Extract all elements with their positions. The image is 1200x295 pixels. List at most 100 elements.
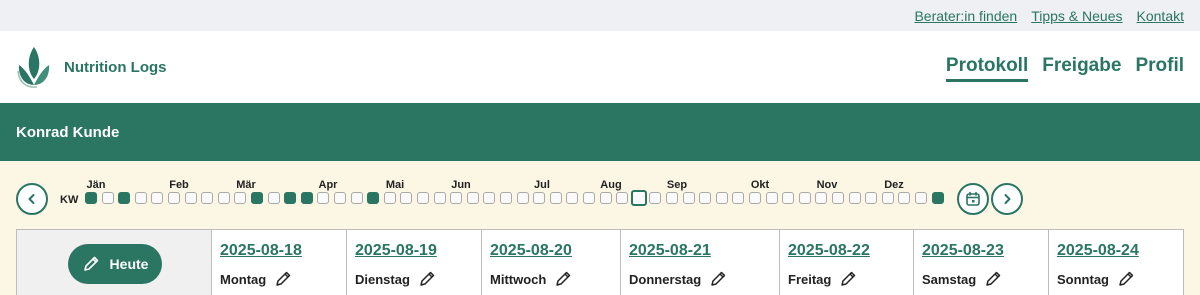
edit-pencil-icon[interactable]: [418, 270, 436, 288]
week-square[interactable]: [217, 192, 230, 204]
month-label: Okt: [750, 179, 770, 191]
day-cell: 2025-08-23 Samstag: [914, 230, 1049, 295]
find-advisor-link[interactable]: Berater:in finden: [914, 8, 1017, 24]
edit-pencil-icon[interactable]: [1117, 270, 1135, 288]
week-square[interactable]: [85, 192, 97, 204]
week-square[interactable]: [184, 192, 197, 204]
day-date-link[interactable]: 2025-08-18: [220, 242, 302, 260]
week-square[interactable]: [599, 192, 612, 204]
week-square[interactable]: [151, 192, 164, 204]
week-square[interactable]: [417, 192, 429, 204]
week-square[interactable]: [749, 192, 761, 204]
week-square[interactable]: [549, 192, 562, 204]
week-square[interactable]: [118, 192, 131, 204]
user-bar: Konrad Kunde: [0, 103, 1200, 161]
week-square[interactable]: [350, 192, 363, 204]
week-square[interactable]: [234, 192, 247, 204]
today-cell: Heute: [17, 230, 212, 295]
week-square[interactable]: [300, 192, 313, 204]
week-square[interactable]: [732, 192, 745, 204]
week-square[interactable]: [334, 192, 346, 204]
nav-freigabe[interactable]: Freigabe: [1042, 55, 1121, 82]
week-square[interactable]: [848, 192, 861, 204]
pencil-icon: [83, 256, 98, 271]
week-square[interactable]: [483, 192, 496, 204]
calendar-button[interactable]: [957, 183, 989, 215]
leaf-logo-icon[interactable]: [15, 45, 53, 89]
chevron-right-icon: [1004, 194, 1011, 204]
day-cell: 2025-08-22 Freitag: [780, 230, 914, 295]
week-square[interactable]: [616, 192, 629, 204]
day-date-link[interactable]: 2025-08-23: [922, 242, 1004, 260]
tips-news-link[interactable]: Tipps & Neues: [1031, 8, 1122, 24]
week-square[interactable]: [168, 192, 180, 204]
main-nav: Protokoll Freigabe Profil: [945, 55, 1184, 82]
day-cell: 2025-08-18 Montag: [212, 230, 347, 295]
week-square[interactable]: [367, 192, 380, 204]
day-date-link[interactable]: 2025-08-22: [788, 242, 870, 260]
brand-name[interactable]: Nutrition Logs: [64, 59, 166, 76]
week-square[interactable]: [500, 192, 512, 204]
nav-profil[interactable]: Profil: [1135, 55, 1184, 82]
edit-pencil-icon[interactable]: [839, 270, 857, 288]
week-square[interactable]: [267, 192, 280, 204]
week-square[interactable]: [699, 192, 712, 204]
week-square[interactable]: [383, 192, 396, 204]
week-square[interactable]: [251, 192, 263, 204]
week-square[interactable]: [201, 192, 214, 204]
day-cell: 2025-08-21 Donnerstag: [621, 230, 780, 295]
top-bar: Berater:in finden Tipps & Neues Kontakt: [0, 0, 1200, 31]
week-square[interactable]: [101, 192, 114, 204]
day-date-link[interactable]: 2025-08-21: [629, 242, 711, 260]
week-square[interactable]: [433, 192, 446, 204]
nav-protokoll[interactable]: Protokoll: [945, 55, 1029, 82]
week-square[interactable]: [915, 192, 927, 204]
contact-link[interactable]: Kontakt: [1137, 8, 1184, 24]
day-weekday: Dienstag: [355, 270, 436, 288]
today-button[interactable]: Heute: [68, 244, 162, 284]
week-square[interactable]: [533, 192, 546, 204]
week-square[interactable]: [881, 192, 894, 204]
week-square[interactable]: [715, 192, 728, 204]
week-square[interactable]: [765, 192, 778, 204]
week-square[interactable]: [798, 192, 811, 204]
next-week-button[interactable]: [991, 183, 1023, 215]
day-date-link[interactable]: 2025-08-19: [355, 242, 437, 260]
week-square[interactable]: [566, 192, 579, 204]
week-square[interactable]: [815, 192, 828, 204]
day-cell: 2025-08-19 Dienstag: [347, 230, 482, 295]
edit-pencil-icon[interactable]: [554, 270, 572, 288]
week-square[interactable]: [649, 192, 662, 204]
edit-pencil-icon[interactable]: [274, 270, 292, 288]
week-square[interactable]: [284, 192, 297, 204]
week-square[interactable]: [865, 192, 878, 204]
week-square[interactable]: [682, 192, 695, 204]
user-name: Konrad Kunde: [16, 124, 120, 141]
week-square[interactable]: [782, 192, 795, 204]
edit-pencil-icon[interactable]: [984, 270, 1002, 288]
week-square[interactable]: [832, 192, 844, 204]
week-square[interactable]: [317, 192, 330, 204]
top-links: Berater:in finden Tipps & Neues Kontakt: [914, 8, 1184, 24]
month-label: Mär: [236, 179, 256, 191]
week-square[interactable]: [666, 192, 678, 204]
weekday-label: Sonntag: [1057, 271, 1109, 287]
month-label: Jul: [534, 179, 550, 191]
month-label: Jun: [451, 179, 471, 191]
week-square[interactable]: [931, 192, 944, 204]
day-date-link[interactable]: 2025-08-24: [1057, 242, 1139, 260]
month-label: Jän: [86, 179, 106, 191]
day-date-link[interactable]: 2025-08-20: [490, 242, 572, 260]
week-square[interactable]: [400, 192, 413, 204]
site-header: Nutrition Logs Protokoll Freigabe Profil: [0, 31, 1200, 103]
week-square[interactable]: [898, 192, 911, 204]
week-square[interactable]: [134, 192, 147, 204]
month-label: Aug: [600, 179, 622, 191]
week-square[interactable]: [466, 192, 479, 204]
day-weekday: Montag: [220, 270, 292, 288]
week-square[interactable]: [583, 192, 595, 204]
week-square[interactable]: [516, 192, 529, 204]
edit-pencil-icon[interactable]: [709, 270, 727, 288]
week-square[interactable]: [450, 192, 463, 204]
current-week-square[interactable]: [630, 190, 647, 206]
